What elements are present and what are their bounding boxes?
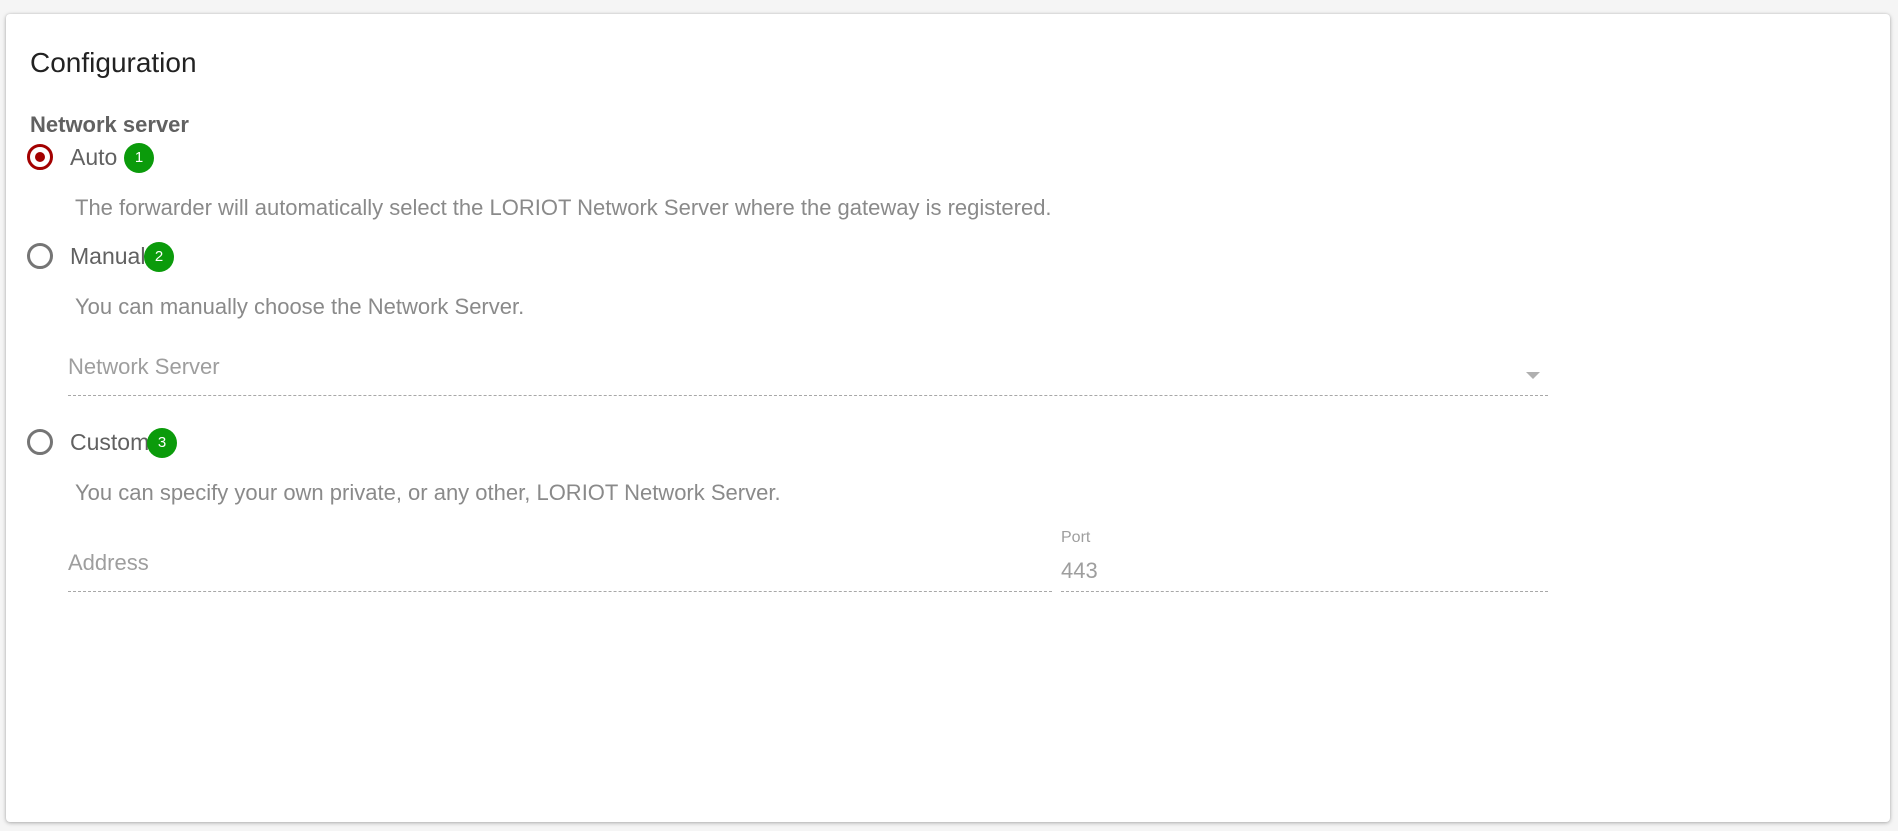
- page-title: Configuration: [30, 47, 197, 78]
- option-auto-label[interactable]: Auto: [70, 142, 117, 172]
- badge-auto: 1: [124, 143, 154, 173]
- port-underline: [1061, 591, 1548, 592]
- chevron-down-icon: [1526, 372, 1540, 379]
- radio-custom[interactable]: [27, 429, 53, 455]
- option-auto-description: The forwarder will automatically select …: [75, 195, 1052, 220]
- network-server-underline: [68, 395, 1548, 396]
- option-custom-label[interactable]: Custom: [70, 427, 149, 457]
- section-title: Network server: [30, 112, 189, 137]
- address-underline: [68, 591, 1052, 592]
- radio-auto[interactable]: [27, 144, 53, 170]
- port-value[interactable]: 443: [1061, 556, 1098, 586]
- badge-custom: 3: [147, 428, 177, 458]
- option-manual-description: You can manually choose the Network Serv…: [75, 294, 525, 319]
- badge-manual: 2: [144, 242, 174, 272]
- port-label: Port: [1061, 529, 1091, 546]
- port-field[interactable]: Port 443: [1061, 528, 1548, 592]
- address-field[interactable]: Address: [68, 540, 1052, 592]
- option-manual-label[interactable]: Manual: [70, 241, 145, 271]
- configuration-card: Configuration Network server Auto 1 The …: [6, 14, 1890, 822]
- address-placeholder: Address: [68, 550, 149, 575]
- radio-manual[interactable]: [27, 243, 53, 269]
- network-server-placeholder: Network Server: [68, 354, 220, 379]
- radio-auto-dot: [35, 152, 45, 162]
- network-server-select[interactable]: Network Server: [68, 344, 1548, 396]
- option-custom-description: You can specify your own private, or any…: [75, 480, 781, 505]
